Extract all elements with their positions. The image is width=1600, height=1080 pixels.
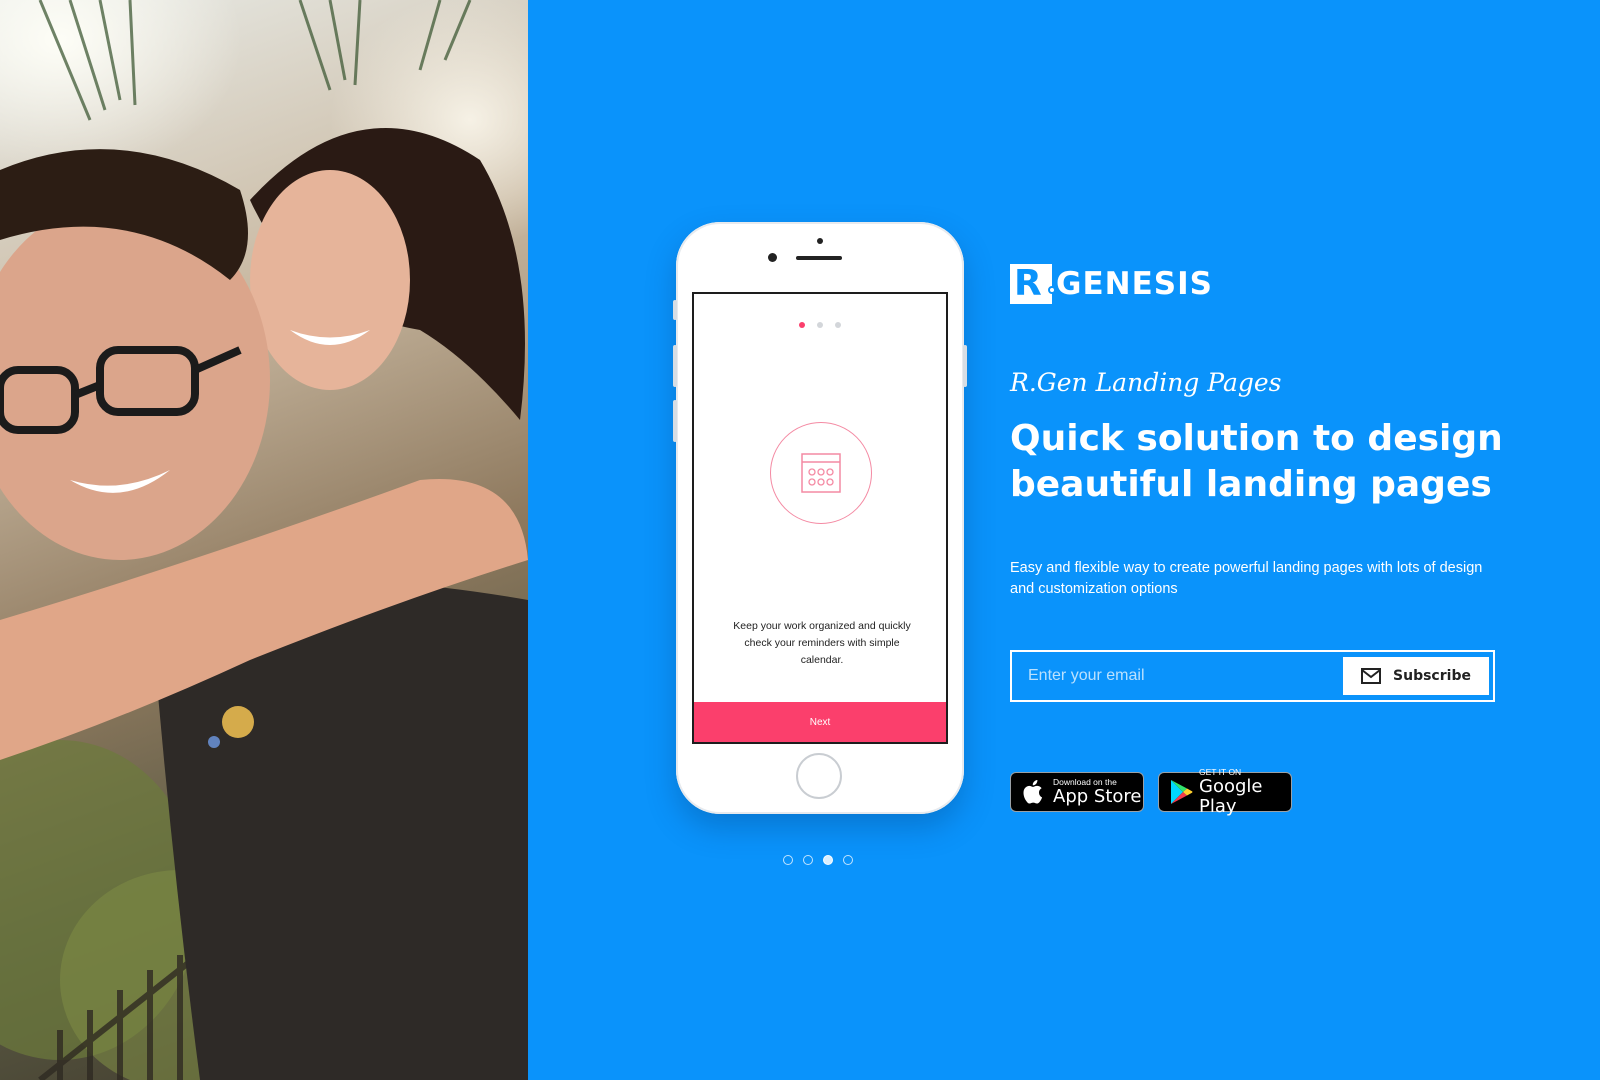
- google-play-badge[interactable]: GET IT ON Google Play: [1158, 767, 1292, 816]
- carousel-dot[interactable]: [783, 855, 793, 865]
- phone-side-button: [673, 400, 677, 442]
- couple-photo-illustration: [0, 0, 528, 1080]
- google-play-icon: [1169, 779, 1193, 805]
- phone-camera: [768, 253, 777, 262]
- logo-text: GENESIS: [1056, 266, 1213, 302]
- brand-logo[interactable]: R GENESIS: [1010, 264, 1213, 304]
- app-store-badge[interactable]: Download on the App Store: [1010, 772, 1144, 812]
- hero-headline: Quick solution to design beautiful landi…: [1010, 418, 1503, 505]
- phone-screen: Keep your work organized and quickly che…: [692, 292, 948, 744]
- logo-mark: R: [1010, 263, 1056, 304]
- logo-dot: [1048, 286, 1056, 294]
- subscribe-button-label: Subscribe: [1393, 668, 1471, 684]
- screen-icon-circle: [770, 422, 872, 524]
- carousel-indicator: [783, 855, 853, 865]
- phone-side-button: [963, 345, 967, 387]
- phone-side-button: [673, 345, 677, 387]
- phone-sensor: [817, 238, 823, 244]
- apple-icon: [1021, 779, 1047, 805]
- phone-home-button: [796, 753, 842, 799]
- screen-page-indicator: [694, 322, 946, 328]
- hero-photo: [0, 0, 528, 1080]
- screen-next-button[interactable]: Next: [694, 702, 946, 742]
- phone-speaker: [796, 256, 842, 260]
- carousel-dot[interactable]: [843, 855, 853, 865]
- envelope-icon: [1361, 668, 1382, 684]
- app-store-big-text: App Store: [1053, 785, 1142, 807]
- hero-subtext: Easy and flexible way to create powerful…: [1010, 560, 1483, 597]
- carousel-dot[interactable]: [803, 855, 813, 865]
- screen-dot[interactable]: [817, 322, 823, 328]
- carousel-dot[interactable]: [823, 855, 833, 865]
- hero-tagline: R.Gen Landing Pages: [1010, 368, 1282, 397]
- screen-dot[interactable]: [835, 322, 841, 328]
- email-input[interactable]: [1012, 652, 1343, 700]
- subscribe-form: Subscribe: [1010, 650, 1495, 702]
- screen-description: Keep your work organized and quickly che…: [733, 620, 911, 666]
- subscribe-button[interactable]: Subscribe: [1343, 657, 1489, 695]
- calendar-icon: [801, 453, 841, 493]
- phone-side-button: [673, 300, 677, 320]
- logo-mark-letter: R: [1014, 263, 1042, 304]
- google-play-big-text: Google Play: [1199, 775, 1263, 817]
- screen-dot[interactable]: [799, 322, 805, 328]
